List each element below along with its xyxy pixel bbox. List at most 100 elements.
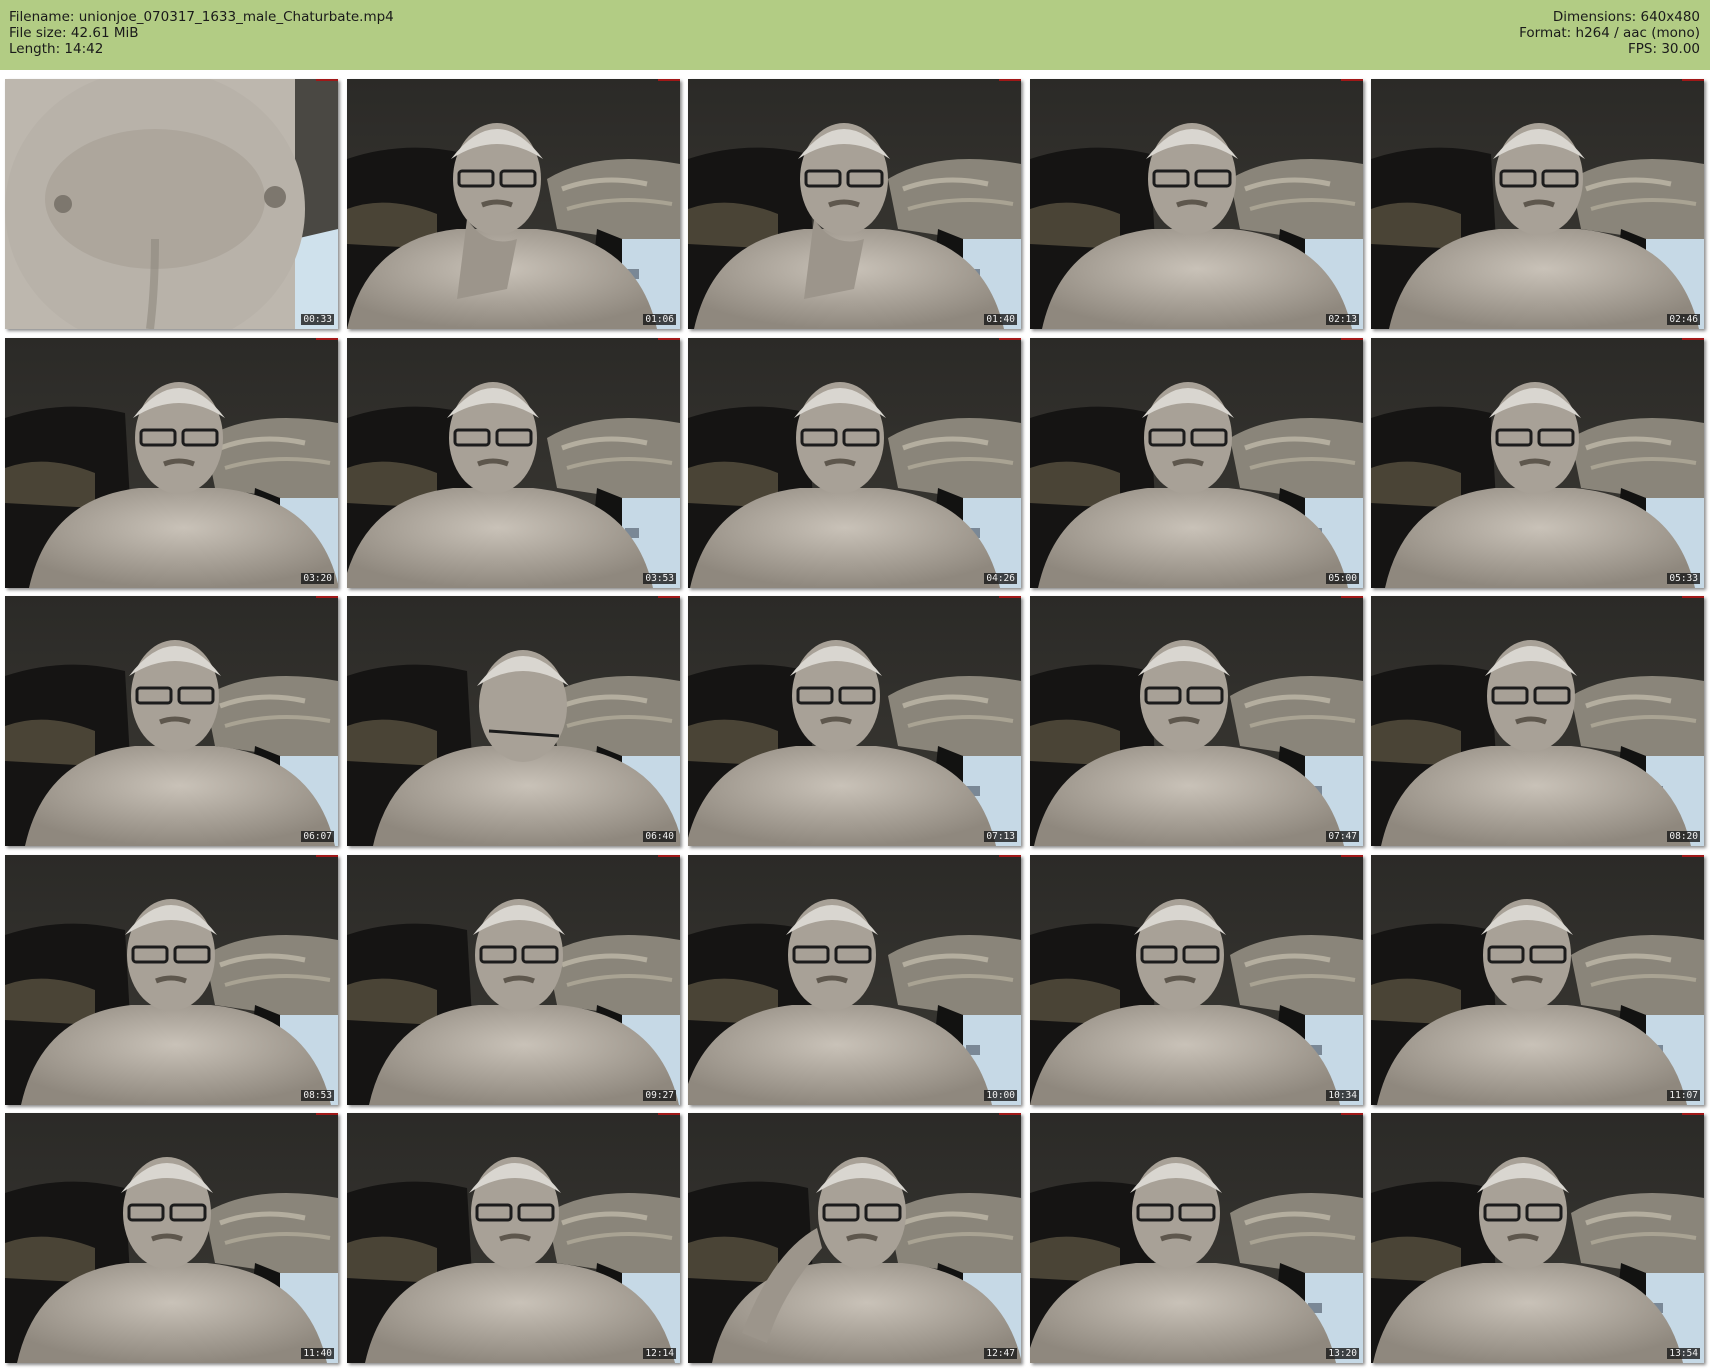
- thumbnail-frame: 08:53: [5, 855, 338, 1105]
- thumbnail-frame: 01:06: [347, 79, 680, 329]
- thumbnail-frame: 00:33: [5, 79, 338, 329]
- corner-mark: [1682, 596, 1704, 598]
- corner-mark: [316, 338, 338, 340]
- thumbnail-frame: 09:27: [347, 855, 680, 1105]
- thumbnail-frame: 13:20: [1030, 1113, 1363, 1363]
- frame-image: [5, 596, 338, 846]
- corner-mark: [316, 79, 338, 81]
- stream-info: Dimensions: 640x480 Format: h264 / aac (…: [1519, 9, 1700, 57]
- thumbnail-frame: 05:00: [1030, 338, 1363, 588]
- timestamp-label: 12:47: [984, 1348, 1017, 1359]
- corner-mark: [999, 855, 1021, 857]
- thumbnail-frame: 01:40: [688, 79, 1021, 329]
- timestamp-label: 03:20: [301, 573, 334, 584]
- format-text: Format: h264 / aac (mono): [1519, 25, 1700, 41]
- thumbnail-frame: 06:07: [5, 596, 338, 846]
- thumbnail-frame: 02:46: [1371, 79, 1704, 329]
- corner-mark: [999, 79, 1021, 81]
- frame-image: [1371, 79, 1704, 329]
- frame-image: [347, 596, 680, 846]
- thumbnail-frame: 08:20: [1371, 596, 1704, 846]
- corner-mark: [1341, 338, 1363, 340]
- timestamp-label: 08:20: [1667, 831, 1700, 842]
- timestamp-label: 05:33: [1667, 573, 1700, 584]
- frame-image: [688, 338, 1021, 588]
- frame-image: [5, 1113, 338, 1363]
- corner-mark: [658, 79, 680, 81]
- timestamp-label: 00:33: [301, 314, 334, 325]
- frame-image: [1030, 338, 1363, 588]
- length-text: Length: 14:42: [9, 41, 104, 57]
- timestamp-label: 13:20: [1326, 1348, 1359, 1359]
- timestamp-label: 10:00: [984, 1090, 1017, 1101]
- thumbnail-grid: 00:33 01:06 01:40 02:13 02:46 03:20 03:53 04:26…: [5, 79, 1705, 1363]
- thumbnail-frame: 07:47: [1030, 596, 1363, 846]
- frame-image: [1030, 855, 1363, 1105]
- thumbnail-frame: 10:00: [688, 855, 1021, 1105]
- frame-image: [5, 79, 338, 329]
- filename-text: Filename: unionjoe_070317_1633_male_Chat…: [9, 9, 394, 25]
- corner-mark: [658, 855, 680, 857]
- frame-image: [688, 79, 1021, 329]
- corner-mark: [1682, 338, 1704, 340]
- frame-image: [1371, 596, 1704, 846]
- corner-mark: [658, 596, 680, 598]
- frame-image: [347, 79, 680, 329]
- frame-image: [1030, 596, 1363, 846]
- thumbnail-frame: 05:33: [1371, 338, 1704, 588]
- timestamp-label: 07:47: [1326, 831, 1359, 842]
- corner-mark: [999, 1113, 1021, 1115]
- thumbnail-frame: 04:26: [688, 338, 1021, 588]
- info-header: Filename: unionjoe_070317_1633_male_Chat…: [0, 0, 1710, 70]
- corner-mark: [1341, 1113, 1363, 1115]
- frame-image: [347, 1113, 680, 1363]
- corner-mark: [1341, 596, 1363, 598]
- corner-mark: [999, 338, 1021, 340]
- timestamp-label: 03:53: [643, 573, 676, 584]
- frame-image: [1371, 855, 1704, 1105]
- dimensions-text: Dimensions: 640x480: [1552, 9, 1700, 25]
- timestamp-label: 11:40: [301, 1348, 334, 1359]
- timestamp-label: 06:40: [643, 831, 676, 842]
- frame-image: [347, 338, 680, 588]
- corner-mark: [658, 1113, 680, 1115]
- timestamp-label: 02:13: [1326, 314, 1359, 325]
- thumbnail-frame: 10:34: [1030, 855, 1363, 1105]
- frame-image: [1371, 338, 1704, 588]
- timestamp-label: 11:07: [1667, 1090, 1700, 1101]
- corner-mark: [316, 596, 338, 598]
- corner-mark: [316, 1113, 338, 1115]
- frame-image: [1371, 1113, 1704, 1363]
- corner-mark: [316, 855, 338, 857]
- frame-image: [347, 855, 680, 1105]
- timestamp-label: 01:06: [643, 314, 676, 325]
- timestamp-label: 12:14: [643, 1348, 676, 1359]
- timestamp-label: 06:07: [301, 831, 334, 842]
- timestamp-label: 02:46: [1667, 314, 1700, 325]
- corner-mark: [999, 596, 1021, 598]
- filesize-text: File size: 42.61 MiB: [9, 25, 139, 41]
- thumbnail-frame: 07:13: [688, 596, 1021, 846]
- frame-image: [688, 855, 1021, 1105]
- fps-text: FPS: 30.00: [1628, 41, 1700, 57]
- thumbnail-frame: 12:14: [347, 1113, 680, 1363]
- corner-mark: [1682, 855, 1704, 857]
- thumbnail-frame: 02:13: [1030, 79, 1363, 329]
- thumbnail-frame: 06:40: [347, 596, 680, 846]
- timestamp-label: 10:34: [1326, 1090, 1359, 1101]
- timestamp-label: 09:27: [643, 1090, 676, 1101]
- corner-mark: [1341, 79, 1363, 81]
- timestamp-label: 07:13: [984, 831, 1017, 842]
- frame-image: [5, 855, 338, 1105]
- thumbnail-frame: 03:20: [5, 338, 338, 588]
- thumbnail-frame: 11:40: [5, 1113, 338, 1363]
- thumbnail-frame: 03:53: [347, 338, 680, 588]
- thumbnail-frame: 12:47: [688, 1113, 1021, 1363]
- frame-image: [1030, 79, 1363, 329]
- corner-mark: [658, 338, 680, 340]
- timestamp-label: 05:00: [1326, 573, 1359, 584]
- timestamp-label: 13:54: [1667, 1348, 1700, 1359]
- frame-image: [688, 1113, 1021, 1363]
- frame-image: [5, 338, 338, 588]
- thumbnail-frame: 13:54: [1371, 1113, 1704, 1363]
